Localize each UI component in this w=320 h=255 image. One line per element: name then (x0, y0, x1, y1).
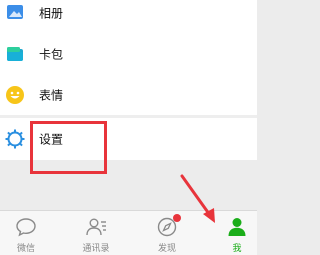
tab-discover[interactable]: 发现 (142, 211, 192, 255)
menu-item-label: 表情 (39, 88, 64, 102)
chat-bubble-icon (15, 217, 37, 237)
annotation-highlight-box (30, 121, 107, 174)
album-icon (5, 3, 25, 23)
settings-gear-icon (5, 129, 25, 149)
menu-item-card-wallet[interactable]: 卡包 (0, 33, 257, 74)
menu-item-album[interactable]: 相册 (0, 0, 257, 33)
card-wallet-icon (5, 44, 25, 64)
person-icon (226, 217, 248, 237)
contacts-icon (85, 217, 107, 237)
tab-label: 通讯录 (82, 244, 110, 254)
tab-contacts[interactable]: 通讯录 (71, 211, 121, 255)
menu-item-label: 卡包 (39, 47, 64, 61)
tab-me[interactable]: 我 (212, 211, 262, 255)
tab-chats[interactable]: 微信 (1, 211, 51, 255)
tab-label: 我 (232, 244, 242, 254)
menu-item-label: 相册 (39, 6, 64, 20)
sticker-smiley-icon (5, 85, 25, 105)
tab-label: 微信 (16, 244, 35, 254)
notification-badge (173, 214, 181, 222)
menu-item-stickers[interactable]: 表情 (0, 74, 257, 115)
tab-label: 发现 (157, 244, 176, 254)
bottom-tab-bar: 微信 通讯录 发现 我 (0, 210, 257, 255)
